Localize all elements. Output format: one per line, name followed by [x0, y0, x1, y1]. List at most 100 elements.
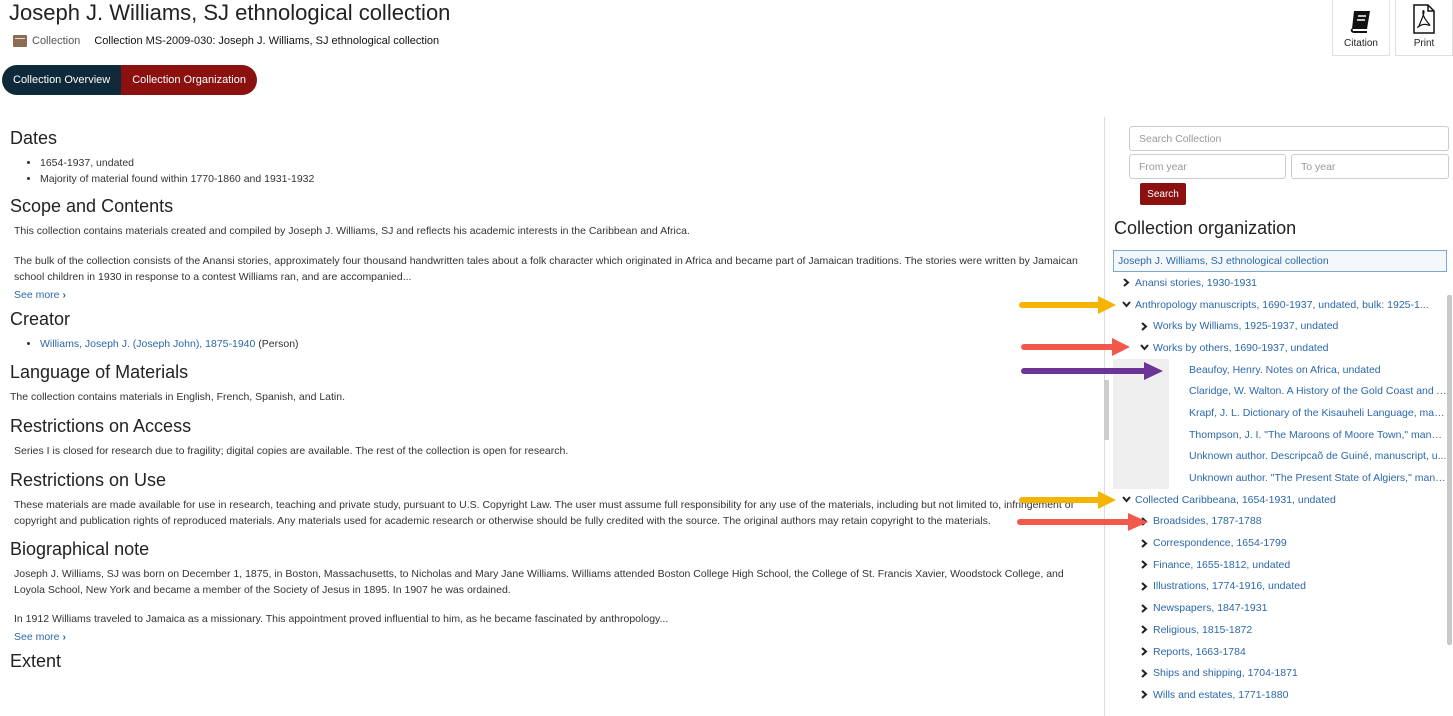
- tree-row[interactable]: Religious, 1815-1872: [1113, 619, 1447, 641]
- chevron-right-icon[interactable]: [1135, 690, 1153, 700]
- tree-row[interactable]: Unknown author. "The Present State of Al…: [1113, 467, 1447, 489]
- chevron-down-icon[interactable]: [1135, 344, 1153, 351]
- tree-row[interactable]: Unknown author. Descripcaõ de Guiné, man…: [1113, 445, 1447, 468]
- scope-paragraph: The bulk of the collection consists of t…: [14, 255, 1078, 283]
- list-item: Williams, Joseph J. (Joseph John), 1875-…: [40, 336, 1095, 352]
- tree-row-label: Anansi stories, 1930-1931: [1135, 276, 1257, 289]
- tree-scrollbar[interactable]: [1447, 295, 1452, 645]
- tree-row-label: Works by others, 1690-1937, undated: [1153, 341, 1329, 354]
- use-heading: Restrictions on Use: [10, 470, 167, 490]
- chevron-down-icon[interactable]: [1117, 496, 1135, 503]
- tree-row[interactable]: Anthropology manuscripts, 1690-1937, und…: [1113, 294, 1447, 316]
- breadcrumb-identifier: Collection MS-2009-030: Joseph J. Willia…: [94, 35, 440, 47]
- tree-row[interactable]: Finance, 1655-1812, undated: [1113, 554, 1447, 576]
- tree-row[interactable]: Anansi stories, 1930-1931: [1113, 272, 1447, 294]
- see-more-label: See more: [14, 631, 60, 643]
- tree-row[interactable]: Ships and shipping, 1704-1871: [1113, 662, 1447, 684]
- tree-row[interactable]: Krapf, J. L. Dictionary of the Kisauheli…: [1113, 402, 1447, 424]
- see-more-label: See more: [14, 289, 60, 301]
- see-more-link[interactable]: See more ›: [10, 289, 66, 301]
- chevron-right-icon[interactable]: [1135, 321, 1153, 331]
- tab-collection-overview[interactable]: Collection Overview: [2, 65, 122, 95]
- tree-row[interactable]: Wills and estates, 1771-1880: [1113, 684, 1447, 706]
- chevron-right-icon[interactable]: [1135, 538, 1153, 548]
- collection-tree: Joseph J. Williams, SJ ethnological coll…: [1113, 250, 1447, 706]
- book-icon: [1350, 11, 1370, 33]
- citation-button[interactable]: Citation: [1332, 0, 1390, 56]
- dates-heading: Dates: [10, 128, 58, 148]
- tree-row-label: Collected Caribbeana, 1654-1931, undated: [1135, 493, 1336, 506]
- purple-arrow-icon: [1021, 362, 1163, 380]
- use-paragraph: These materials are made available for u…: [14, 499, 1074, 527]
- access-paragraph: Series I is closed for research due to f…: [14, 445, 569, 457]
- language-heading: Language of Materials: [10, 362, 189, 382]
- creator-link[interactable]: Williams, Joseph J. (Joseph John), 1875-…: [40, 338, 255, 350]
- list-item: Majority of material found within 1770-1…: [40, 171, 1095, 187]
- tree-row-label: Newspapers, 1847-1931: [1153, 602, 1268, 615]
- bio-paragraph: In 1912 Williams traveled to Jamaica as …: [14, 613, 669, 625]
- print-button[interactable]: Print: [1395, 0, 1453, 56]
- tree-row-label: Correspondence, 1654-1799: [1153, 537, 1287, 550]
- tree-row[interactable]: Newspapers, 1847-1931: [1113, 597, 1447, 619]
- red-arrow-icon: [1017, 513, 1148, 531]
- collection-organization-heading: Collection organization: [1114, 218, 1297, 238]
- chevron-right-icon[interactable]: [1117, 278, 1135, 288]
- tree-row-label: Works by Williams, 1925-1937, undated: [1153, 320, 1339, 333]
- tree-row[interactable]: Joseph J. Williams, SJ ethnological coll…: [1113, 250, 1447, 272]
- yellow-arrow-icon: [1019, 296, 1116, 314]
- extent-heading: Extent: [10, 651, 62, 671]
- tree-row[interactable]: Illustrations, 1774-1916, undated: [1113, 576, 1447, 598]
- tree-row-label: Krapf, J. L. Dictionary of the Kisauheli…: [1189, 406, 1447, 419]
- tree-row[interactable]: Thompson, J. I. "The Maroons of Moore To…: [1113, 423, 1447, 446]
- creator-role: (Person): [258, 338, 299, 350]
- tree-row-label: Ships and shipping, 1704-1871: [1153, 667, 1298, 680]
- archive-box-icon: [13, 35, 27, 47]
- tab-collection-organization[interactable]: Collection Organization: [121, 65, 257, 95]
- tree-row-label: Unknown author. Descripcaõ de Guiné, man…: [1189, 450, 1447, 463]
- tree-row-label: Finance, 1655-1812, undated: [1153, 558, 1291, 571]
- scope-heading: Scope and Contents: [10, 196, 174, 216]
- tree-row[interactable]: Broadsides, 1787-1788: [1113, 511, 1447, 533]
- chevron-right-icon[interactable]: [1135, 603, 1153, 613]
- tree-row[interactable]: Reports, 1663-1784: [1113, 641, 1447, 663]
- biographical-heading: Biographical note: [10, 539, 150, 559]
- tree-row[interactable]: Claridge, W. Walton. A History of the Go…: [1113, 380, 1447, 403]
- citation-label: Citation: [1344, 38, 1378, 49]
- chevron-right-icon[interactable]: [1135, 625, 1153, 635]
- tree-row-label: Broadsides, 1787-1788: [1153, 515, 1262, 528]
- to-year-input[interactable]: To year: [1291, 154, 1449, 179]
- search-button[interactable]: Search: [1140, 183, 1186, 205]
- view-tabs: Collection Overview Collection Organizat…: [2, 65, 257, 95]
- tree-row-label: Beaufoy, Henry. Notes on Africa, undated: [1189, 363, 1381, 376]
- chevron-right-icon[interactable]: [1135, 647, 1153, 656]
- chevron-down-icon[interactable]: [1117, 301, 1135, 308]
- tree-row-label: Illustrations, 1774-1916, undated: [1153, 580, 1306, 593]
- tree-row[interactable]: Works by Williams, 1925-1937, undated: [1113, 315, 1447, 337]
- see-more-link[interactable]: See more ›: [10, 631, 66, 643]
- red-arrow-icon: [1021, 338, 1130, 356]
- bio-paragraph: Joseph J. Williams, SJ was born on Decem…: [14, 568, 1064, 596]
- chevron-right-icon[interactable]: [1135, 560, 1153, 570]
- access-heading: Restrictions on Access: [10, 416, 192, 436]
- tree-row[interactable]: Works by others, 1690-1937, undated: [1113, 337, 1447, 359]
- search-collection-input[interactable]: Search Collection: [1129, 126, 1449, 151]
- collection-overview-content: Dates 1654-1937, undated Majority of mat…: [10, 128, 1095, 678]
- chevron-right-icon[interactable]: [1135, 668, 1153, 678]
- tree-row-label: Wills and estates, 1771-1880: [1153, 688, 1289, 701]
- scope-paragraph: This collection contains materials creat…: [14, 225, 690, 237]
- creator-heading: Creator: [10, 309, 71, 329]
- tree-row-label: Thompson, J. I. "The Maroons of Moore To…: [1189, 428, 1447, 441]
- creator-list: Williams, Joseph J. (Joseph John), 1875-…: [10, 336, 1095, 352]
- tree-row[interactable]: Collected Caribbeana, 1654-1931, undated: [1113, 489, 1447, 511]
- yellow-arrow-icon: [1019, 491, 1116, 509]
- from-year-input[interactable]: From year: [1129, 154, 1286, 179]
- tree-row-label: Reports, 1663-1784: [1153, 645, 1246, 658]
- print-label: Print: [1413, 38, 1435, 49]
- splitter-handle[interactable]: [1104, 380, 1109, 440]
- chevron-right-icon[interactable]: [1135, 582, 1153, 591]
- breadcrumb-type: Collection: [32, 35, 81, 47]
- breadcrumb: Collection Collection MS-2009-030: Josep…: [13, 35, 439, 47]
- dates-list: 1654-1937, undated Majority of material …: [10, 155, 1095, 187]
- tree-row[interactable]: Correspondence, 1654-1799: [1113, 532, 1447, 554]
- pdf-icon: [1413, 4, 1435, 34]
